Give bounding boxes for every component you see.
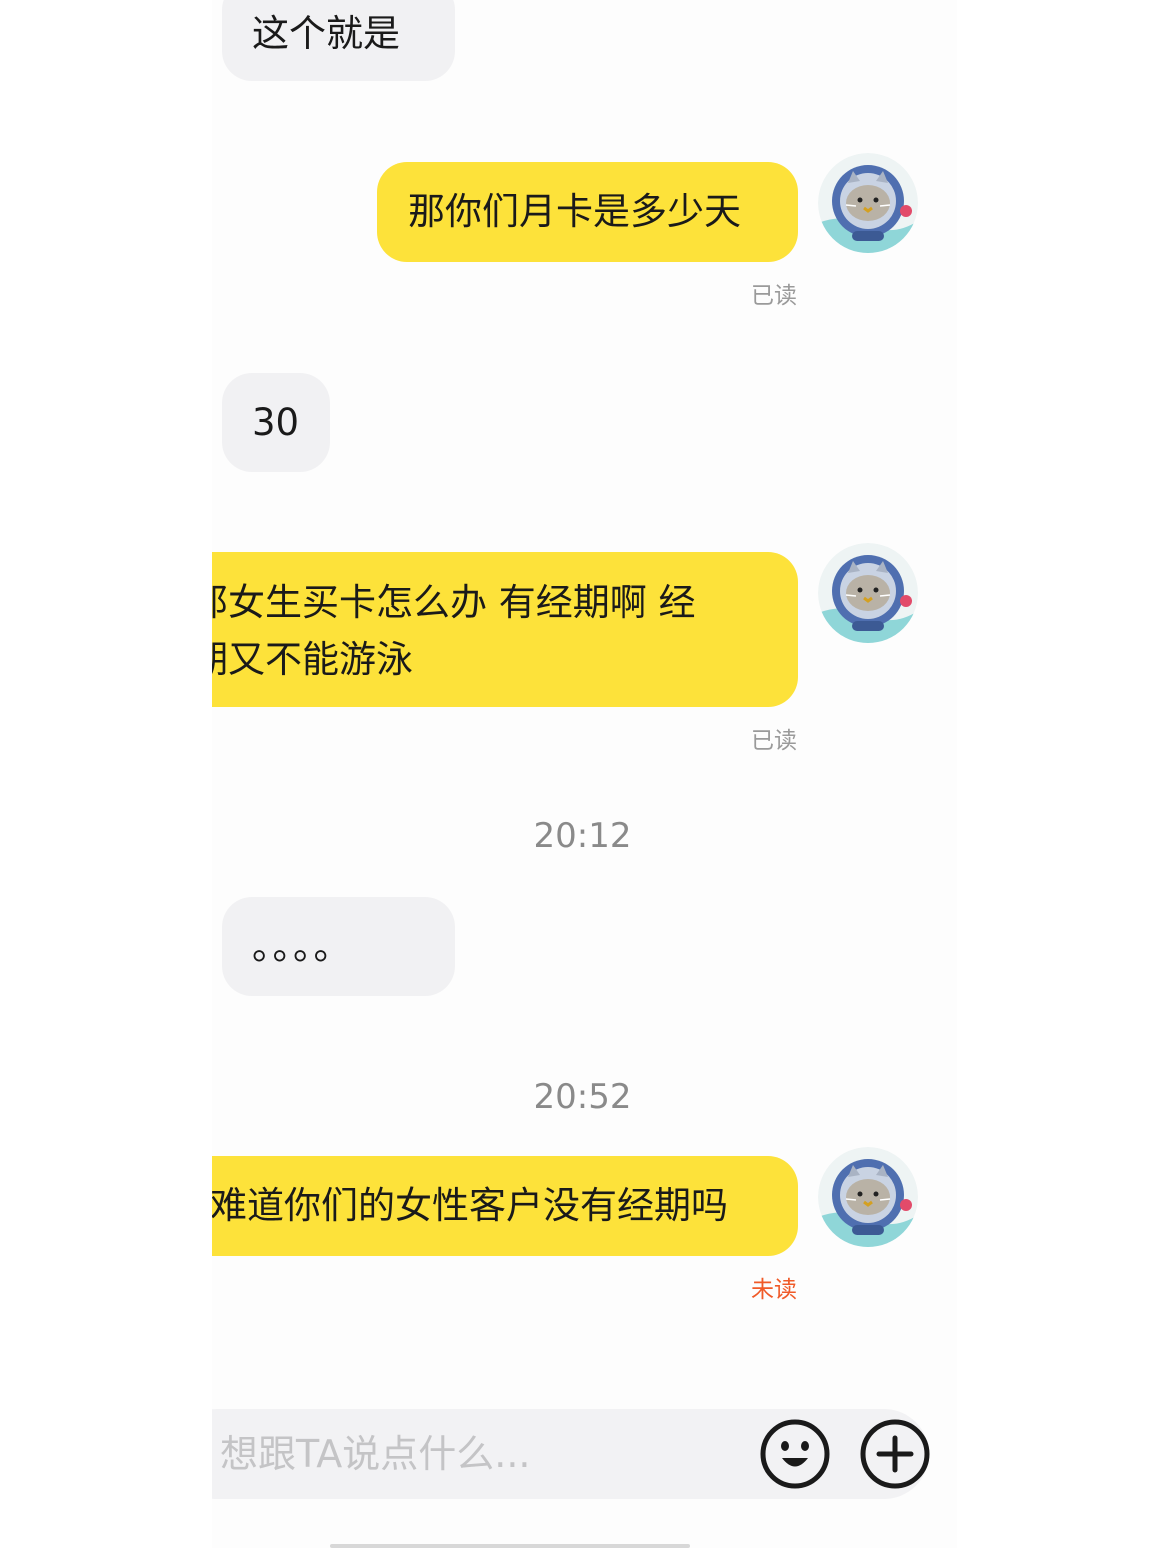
read-status: 已读: [751, 283, 797, 309]
message-text-line-1: 那女生买卡怎么办 有经期啊 经: [212, 581, 696, 624]
incoming-message-bubble[interactable]: 这个就是: [222, 0, 455, 81]
user-avatar[interactable]: [818, 153, 918, 253]
user-avatar[interactable]: [818, 1147, 918, 1247]
unread-status: 未读: [751, 1277, 797, 1303]
plus-button[interactable]: [860, 1419, 930, 1489]
plus-circle-icon: [860, 1419, 930, 1489]
read-status: 已读: [751, 728, 797, 754]
outgoing-message-bubble[interactable]: 那你们月卡是多少天: [377, 162, 798, 262]
user-avatar[interactable]: [818, 543, 918, 643]
smiley-face-icon: [760, 1419, 830, 1489]
timestamp: 20:52: [533, 1077, 632, 1117]
home-indicator: [330, 1544, 690, 1548]
message-text: 难道你们的女性客户没有经期吗: [212, 1184, 728, 1227]
message-text-line-2: 期又不能游泳: [212, 638, 413, 681]
chat-screen: 这个就是 那你们月卡是多少天 已读 30 那女生买卡怎么办 有经期啊 经 期又不…: [0, 0, 1170, 1548]
outgoing-message-bubble[interactable]: 难道你们的女性客户没有经期吗: [212, 1156, 798, 1256]
incoming-message-bubble[interactable]: 。。。。: [222, 897, 455, 996]
message-text: 这个就是: [252, 12, 400, 55]
input-placeholder: 想跟TA说点什么...: [220, 1432, 531, 1476]
chat-message-list[interactable]: 这个就是 那你们月卡是多少天 已读 30 那女生买卡怎么办 有经期啊 经 期又不…: [212, 0, 957, 1548]
emoji-button[interactable]: [760, 1419, 830, 1489]
cat-astronaut-avatar-icon: [818, 543, 918, 643]
cat-astronaut-avatar-icon: [818, 1147, 918, 1247]
message-text: 30: [252, 401, 300, 444]
message-text: 那你们月卡是多少天: [408, 190, 741, 233]
outgoing-message-bubble[interactable]: 那女生买卡怎么办 有经期啊 经 期又不能游泳: [212, 552, 798, 707]
timestamp: 20:12: [533, 816, 632, 856]
cat-astronaut-avatar-icon: [818, 153, 918, 253]
message-text: 。。。。: [252, 925, 353, 968]
incoming-message-bubble[interactable]: 30: [222, 373, 330, 472]
